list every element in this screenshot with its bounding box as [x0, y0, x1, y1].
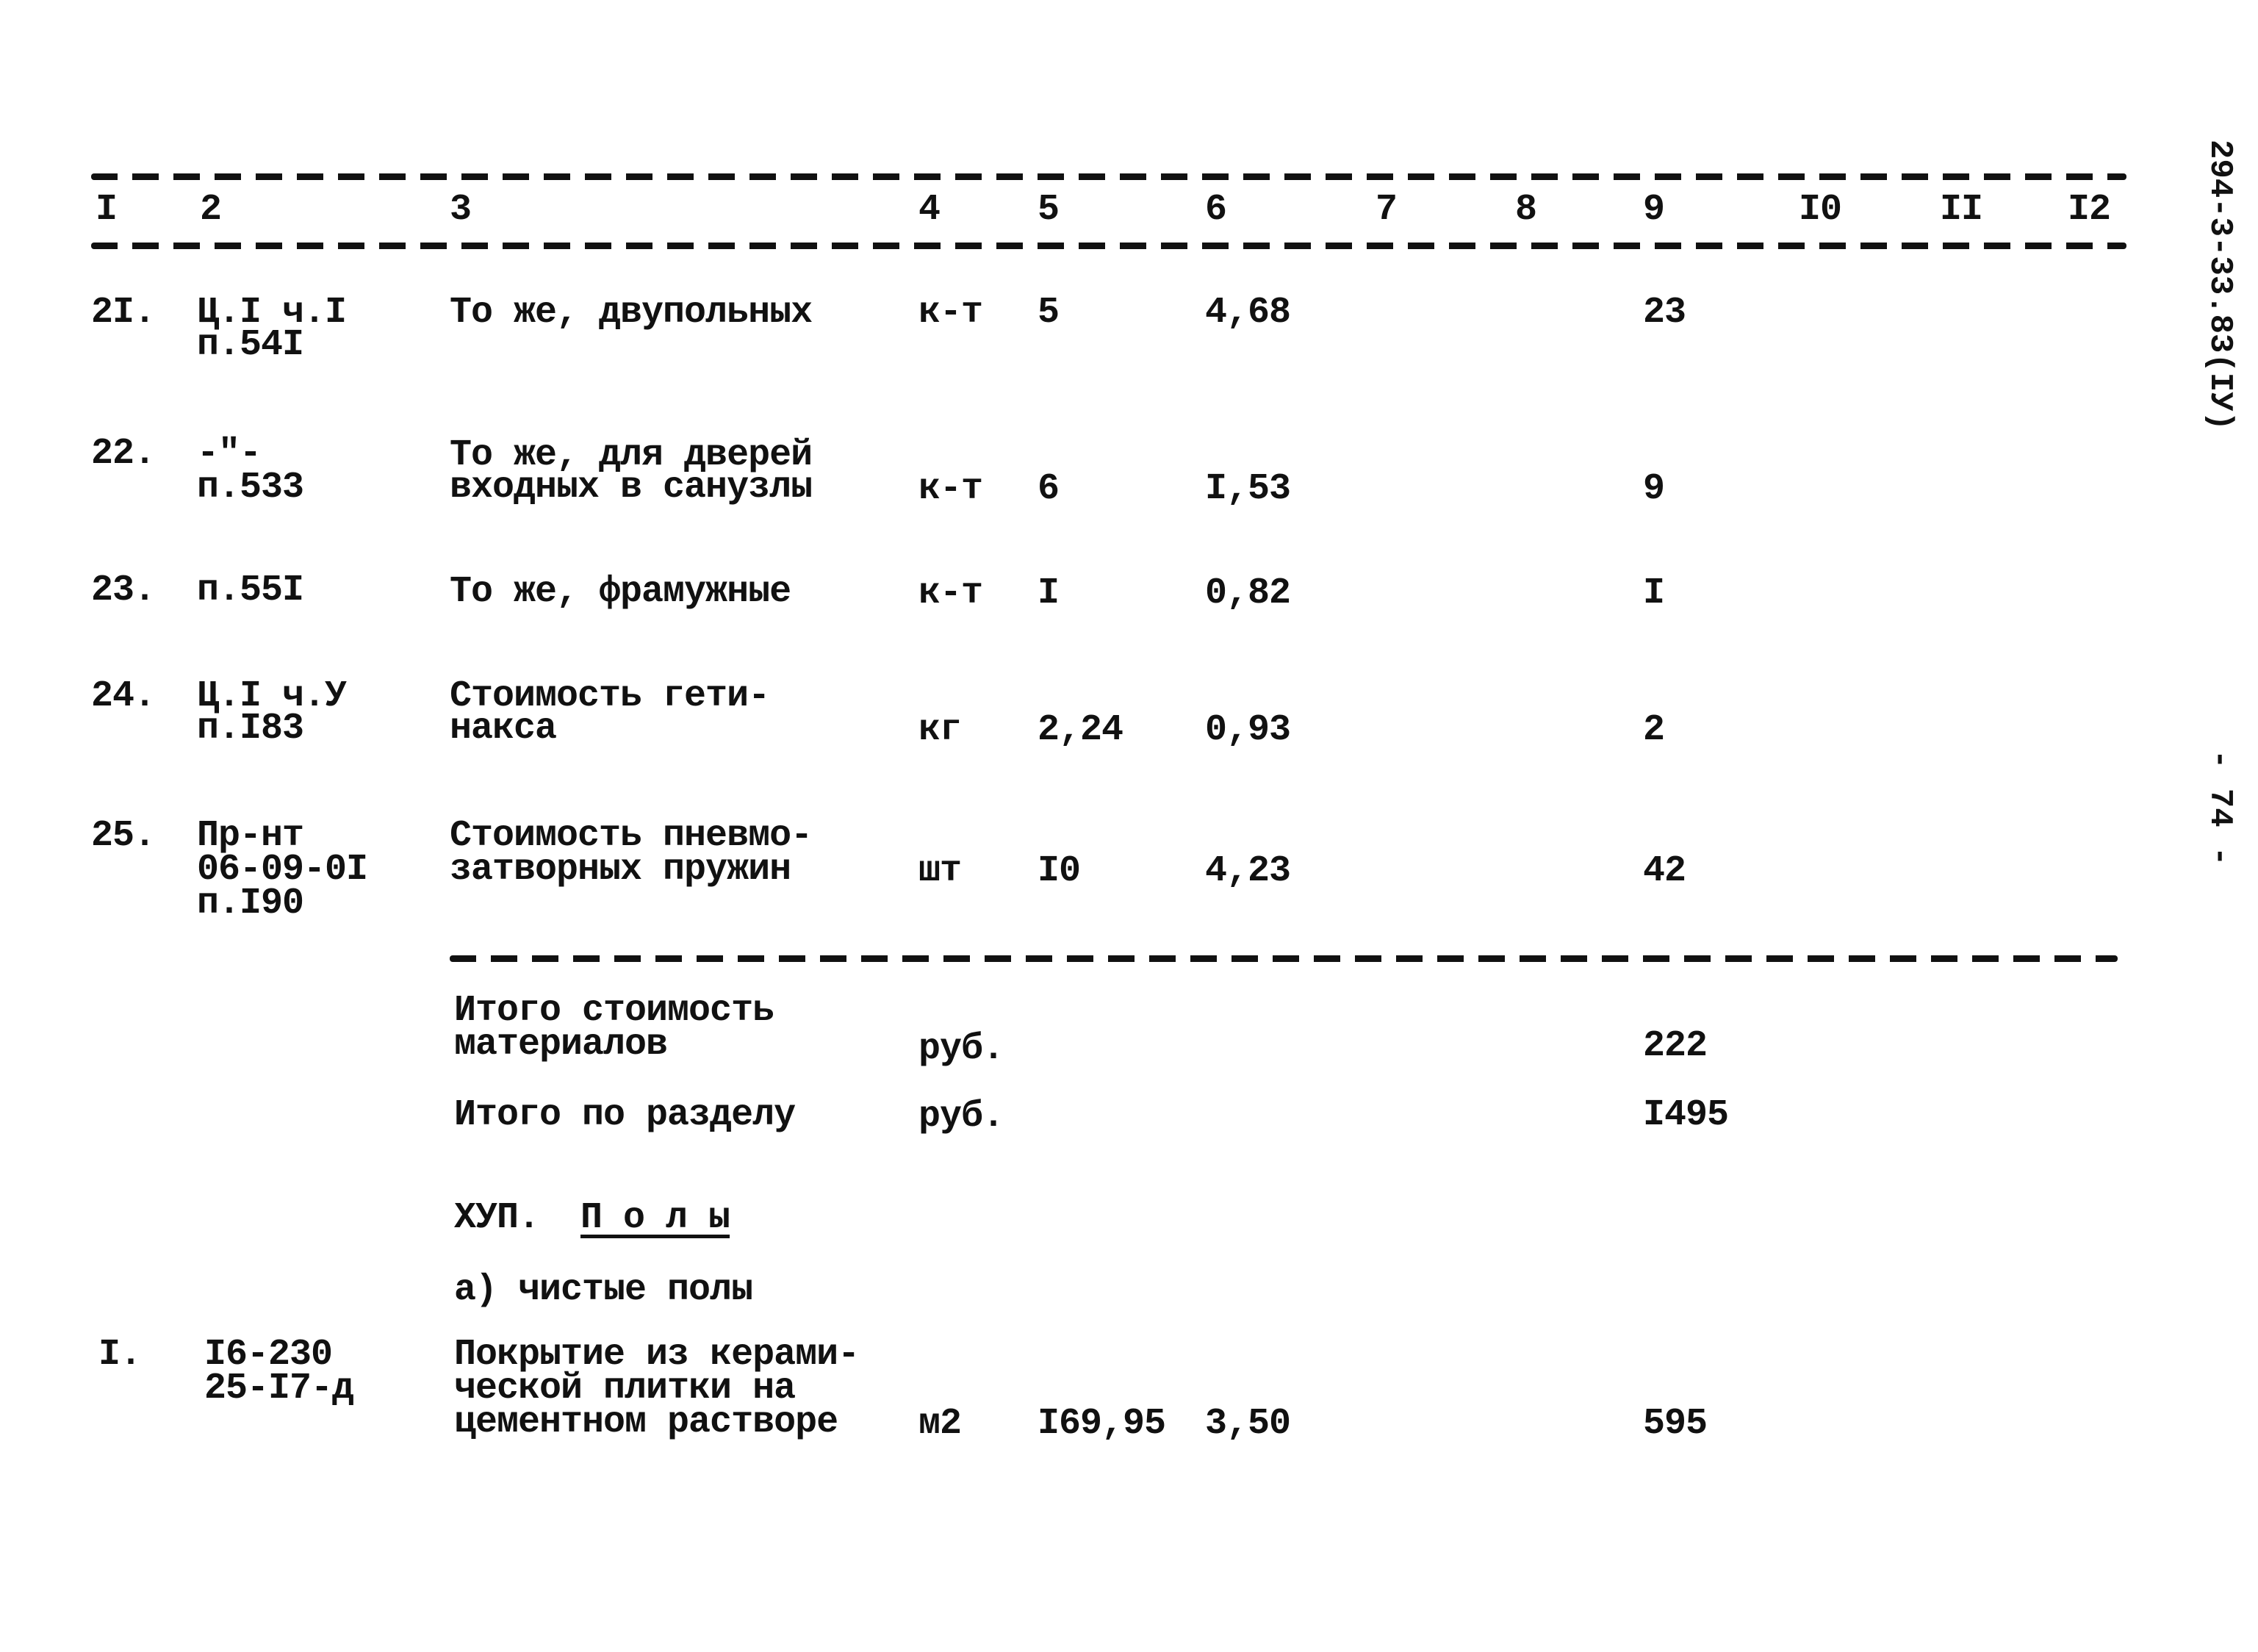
row-quantity: I0 — [1038, 850, 1081, 892]
row-unit: шт — [918, 850, 962, 892]
header-bottom-rule — [91, 243, 2126, 249]
col-header-5: 5 — [1038, 189, 1060, 231]
row-price: 4,68 — [1205, 292, 1291, 334]
row-total: 23 — [1643, 292, 1686, 334]
row-total: 2 — [1643, 709, 1665, 751]
row-total: 595 — [1643, 1403, 1708, 1445]
row-number: I. — [98, 1334, 142, 1376]
row-unit: к-т — [918, 572, 983, 614]
row-ref-line: п.55I — [197, 570, 304, 611]
col-header-1: I — [96, 189, 118, 231]
page-number: - 74 - — [2201, 750, 2238, 866]
row-description: То же, двупольных — [450, 292, 813, 334]
col-header-10: I0 — [1799, 189, 1842, 231]
row-description: цементном растворе — [454, 1401, 838, 1443]
row-ref-line: п.I90 — [197, 883, 304, 924]
row-quantity: I69,95 — [1038, 1403, 1166, 1445]
totals-unit: руб. — [918, 1028, 1004, 1070]
row-quantity: 5 — [1038, 292, 1060, 334]
row-quantity: 6 — [1038, 468, 1060, 510]
col-header-2: 2 — [200, 189, 222, 231]
totals-label: Итого по разделу — [454, 1094, 796, 1136]
subsection-title: а) чистые полы — [454, 1269, 753, 1311]
row-unit: кг — [918, 709, 962, 751]
section-number: ХУП. — [454, 1197, 540, 1239]
row-ref-line: п.54I — [197, 324, 304, 366]
row-price: 0,93 — [1205, 709, 1291, 751]
row-total: 42 — [1643, 850, 1686, 892]
row-unit: к-т — [918, 292, 983, 334]
row-quantity: I — [1038, 572, 1060, 614]
row-price: I,53 — [1205, 468, 1291, 510]
row-number: 23. — [91, 570, 156, 611]
row-number: 22. — [91, 433, 156, 475]
totals-unit: руб. — [918, 1096, 1004, 1138]
row-description: входных в санузлы — [450, 467, 813, 509]
row-description: То же, фрамужные — [450, 571, 791, 613]
row-total: I — [1643, 572, 1665, 614]
row-price: 4,23 — [1205, 850, 1291, 892]
row-total: 9 — [1643, 468, 1665, 510]
row-ref-line: п.533 — [197, 467, 304, 509]
col-header-11: II — [1940, 189, 1983, 231]
row-number: 24. — [91, 675, 156, 717]
col-header-4: 4 — [918, 189, 941, 231]
col-header-7: 7 — [1376, 189, 1398, 231]
col-header-12: I2 — [2068, 189, 2111, 231]
col-header-3: 3 — [450, 189, 472, 231]
row-price: 3,50 — [1205, 1403, 1291, 1445]
totals-label: материалов — [454, 1024, 668, 1066]
col-header-6: 6 — [1205, 189, 1227, 231]
row-ref-line: п.I83 — [197, 708, 304, 750]
totals-rule — [450, 955, 2118, 962]
col-header-8: 8 — [1515, 189, 1537, 231]
row-price: 0,82 — [1205, 572, 1291, 614]
document-code: 294-3-33.83(IУ) — [2201, 140, 2238, 431]
header-top-rule — [91, 173, 2126, 180]
totals-value: I495 — [1643, 1094, 1729, 1136]
row-description: затворных пружин — [450, 849, 791, 891]
row-unit: м2 — [918, 1403, 962, 1445]
row-number: 2I. — [91, 292, 156, 334]
row-unit: к-т — [918, 468, 983, 510]
row-number: 25. — [91, 815, 156, 857]
row-description: накса — [450, 708, 557, 750]
section-title: П о л ы — [580, 1197, 730, 1239]
row-quantity: 2,24 — [1038, 709, 1123, 751]
totals-value: 222 — [1643, 1025, 1708, 1067]
row-ref-line: 25-I7-д — [204, 1368, 354, 1409]
document-page: I 2 3 4 5 6 7 8 9 I0 II I2 2I. Ц.I ч.I п… — [0, 0, 2258, 1652]
col-header-9: 9 — [1643, 189, 1665, 231]
